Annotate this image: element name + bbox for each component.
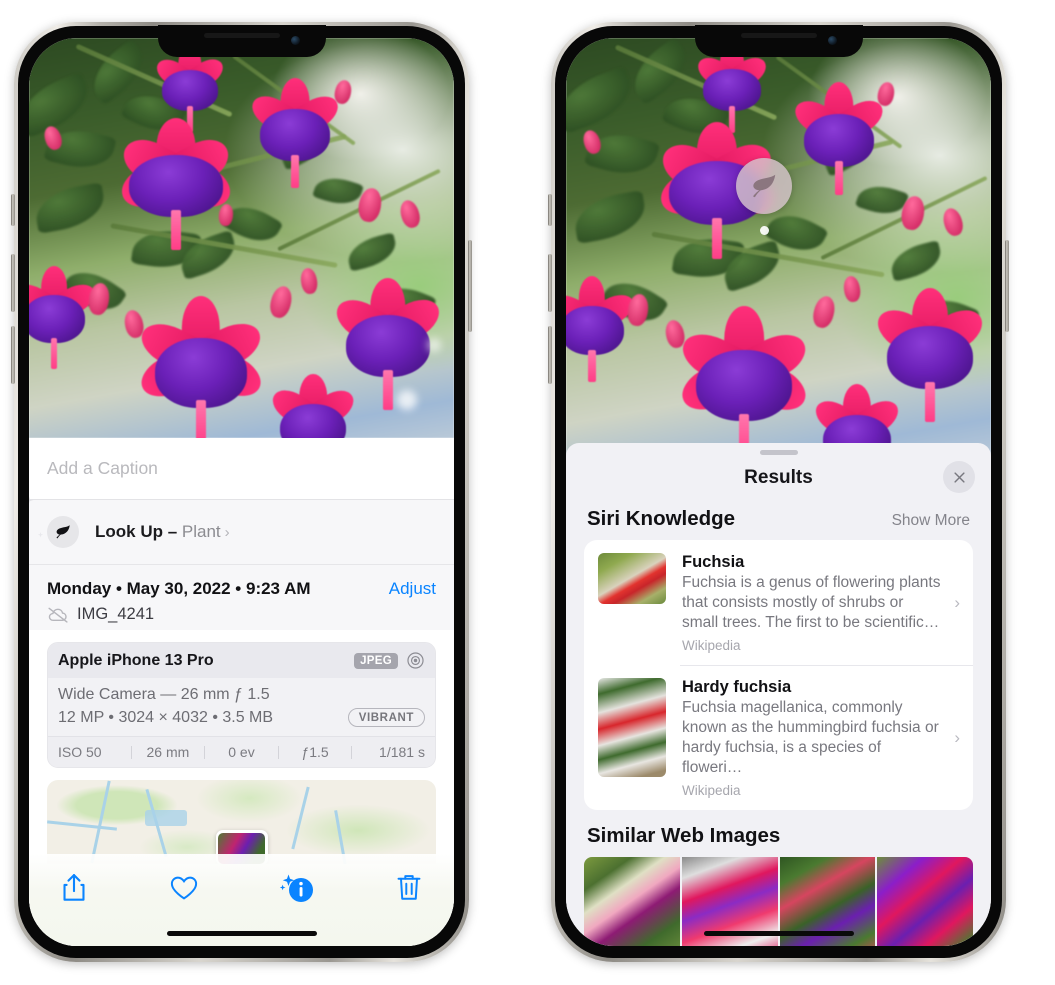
show-more-button[interactable]: Show More [892, 512, 970, 530]
photo-info-sheet: Add a Caption Look Up – Plant › Monday •… [29, 438, 454, 946]
trash-icon[interactable] [394, 872, 424, 904]
power-button[interactable] [1005, 240, 1009, 332]
results-sheet: Results Siri Knowledge Show More Fuchsia… [566, 443, 991, 946]
share-icon[interactable] [59, 872, 89, 904]
camera-card-header: Apple iPhone 13 Pro JPEG [48, 643, 435, 678]
format-badge: JPEG [354, 652, 398, 669]
siri-knowledge-header: Siri Knowledge Show More [566, 501, 991, 540]
chevron-right-icon: › [954, 592, 960, 612]
silence-switch[interactable] [11, 194, 15, 226]
iphone-left-bezel: Add a Caption Look Up – Plant › Monday •… [18, 25, 465, 958]
chevron-right-icon: › [954, 727, 960, 747]
location-map-thumbnail[interactable] [47, 780, 436, 864]
leaf-icon [753, 174, 776, 198]
icloud-slash-icon [48, 607, 68, 623]
knowledge-description: Fuchsia is a genus of flowering plants t… [682, 574, 941, 631]
iphone-right-frame: Results Siri Knowledge Show More Fuchsia… [548, 22, 1009, 962]
leaf-icon [47, 516, 79, 548]
look-up-subject: Plant [181, 522, 221, 541]
knowledge-title: Hardy fuchsia [682, 678, 792, 696]
aperture-icon [407, 652, 424, 669]
photo-viewer-left[interactable] [29, 38, 454, 438]
visual-lookup-badge[interactable] [736, 158, 792, 214]
photo-viewer-right[interactable] [566, 38, 991, 458]
camera-card-body: Wide Camera — 26 mm ƒ 1.5 12 MP • 3024 ×… [48, 678, 435, 736]
exif-shutter: 1/181 s [379, 744, 425, 760]
iphone-right-screen: Results Siri Knowledge Show More Fuchsia… [566, 38, 991, 946]
look-up-row[interactable]: Look Up – Plant › [29, 496, 454, 564]
home-indicator[interactable] [166, 931, 317, 936]
knowledge-thumbnail [598, 678, 666, 777]
camera-info-card: Apple iPhone 13 Pro JPEG Wide Camera — 2… [47, 642, 436, 768]
knowledge-source: Wikipedia [682, 638, 741, 653]
notch [157, 25, 326, 57]
front-camera-icon [290, 36, 300, 45]
camera-model: Apple iPhone 13 Pro [58, 651, 214, 669]
camera-specs: 12 MP • 3024 × 4032 • 3.5 MB [58, 708, 274, 726]
section-title: Similar Web Images [587, 824, 781, 847]
knowledge-description: Fuchsia magellanica, commonly known as t… [682, 699, 939, 776]
home-indicator[interactable] [703, 931, 854, 936]
volume-down-button[interactable] [11, 326, 15, 384]
photo-metadata: Monday • May 30, 2022 • 9:23 AM Adjust I… [29, 564, 454, 630]
visual-lookup-anchor-dot [760, 226, 769, 235]
chevron-right-icon: › [224, 523, 230, 541]
volume-up-button[interactable] [548, 254, 552, 312]
camera-lens: Wide Camera — 26 mm ƒ 1.5 [58, 686, 270, 703]
sparkle-small-icon [37, 532, 44, 538]
volume-up-button[interactable] [11, 254, 15, 312]
look-up-label: Look Up – Plant [95, 522, 221, 541]
knowledge-thumbnail [598, 553, 666, 604]
knowledge-title: Fuchsia [682, 553, 745, 571]
screenshot-stage: Add a Caption Look Up – Plant › Monday •… [0, 0, 1055, 985]
section-title: Siri Knowledge [587, 507, 736, 530]
iphone-right-bezel: Results Siri Knowledge Show More Fuchsia… [555, 25, 1002, 958]
knowledge-item[interactable]: Hardy fuchsia Fuchsia magellanica, commo… [584, 665, 973, 810]
web-image-thumbnail[interactable] [584, 857, 680, 946]
volume-down-button[interactable] [548, 326, 552, 384]
profile-badge: VIBRANT [347, 708, 425, 727]
results-title: Results [744, 467, 813, 488]
power-button[interactable] [468, 240, 472, 332]
siri-knowledge-card: Fuchsia Fuchsia is a genus of flowering … [584, 540, 973, 810]
earpiece-speaker [203, 33, 280, 38]
heart-icon[interactable] [169, 872, 199, 904]
info-sparkle-icon[interactable] [279, 872, 314, 904]
exif-ev: 0 ev [228, 744, 255, 760]
sparkle-icon [29, 496, 34, 504]
silence-switch[interactable] [548, 194, 552, 226]
knowledge-item[interactable]: Fuchsia Fuchsia is a genus of flowering … [584, 540, 973, 665]
results-header: Results [566, 455, 991, 501]
photo-date: Monday • May 30, 2022 • 9:23 AM [47, 579, 311, 598]
photo-filename: IMG_4241 [77, 605, 155, 623]
exif-row: ISO 50 26 mm 0 ev ƒ1.5 1/181 s [48, 736, 435, 767]
knowledge-source: Wikipedia [682, 783, 741, 798]
adjust-button[interactable]: Adjust [389, 579, 436, 599]
front-camera-icon [827, 36, 837, 45]
iphone-left-frame: Add a Caption Look Up – Plant › Monday •… [11, 22, 472, 962]
exif-aperture: ƒ1.5 [301, 744, 329, 760]
earpiece-speaker [740, 33, 817, 38]
exif-focal: 26 mm [146, 744, 190, 760]
web-image-thumbnail[interactable] [877, 857, 973, 946]
exif-iso: ISO 50 [58, 744, 102, 760]
notch [694, 25, 863, 57]
iphone-left-screen: Add a Caption Look Up – Plant › Monday •… [29, 38, 454, 946]
caption-input-row[interactable]: Add a Caption [29, 438, 454, 500]
similar-web-images-header: Similar Web Images [566, 810, 991, 857]
close-icon [953, 471, 965, 483]
close-button[interactable] [943, 461, 975, 493]
caption-placeholder: Add a Caption [47, 458, 158, 478]
